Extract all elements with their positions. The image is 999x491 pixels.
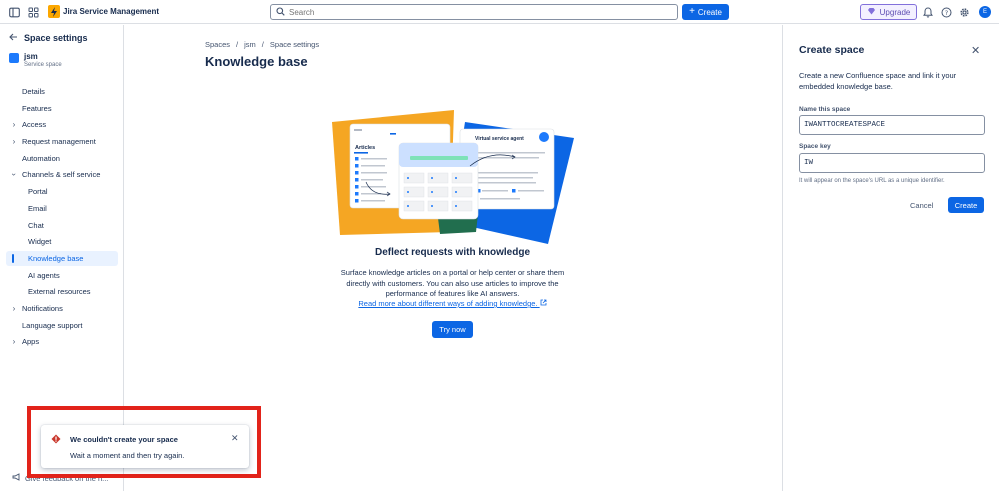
sidebar-item-label: Features: [22, 104, 52, 113]
illustration-agent-label: Virtual service agent: [475, 136, 524, 142]
cancel-button[interactable]: Cancel: [910, 197, 933, 213]
chevron-right-icon: ›: [12, 120, 16, 129]
sidebar-item-chat[interactable]: Chat: [6, 218, 118, 233]
search-icon: [276, 6, 285, 18]
sidebar-title: Space settings: [24, 33, 88, 43]
space-name-label: Name this space: [799, 106, 851, 113]
flag-description: Wait a moment and then try again.: [70, 451, 185, 460]
sidebar-item-label: Email: [28, 204, 47, 213]
chevron-right-icon: ›: [12, 304, 16, 313]
jira-logo-icon[interactable]: [48, 5, 60, 18]
space-type: Service space: [24, 62, 62, 68]
error-flag: We couldn't create your space Wait a mom…: [41, 425, 249, 468]
external-link-icon: [540, 299, 547, 308]
page-title: Knowledge base: [205, 54, 308, 69]
bell-icon[interactable]: [921, 5, 935, 19]
sidebar-item-label: AI agents: [28, 271, 60, 280]
sidebar-item-label: Knowledge base: [28, 254, 84, 263]
chevron-right-icon: ›: [12, 337, 16, 346]
gear-icon[interactable]: [957, 5, 971, 19]
megaphone-icon: [12, 473, 21, 483]
read-more-link[interactable]: Read more about different ways of adding…: [330, 299, 575, 308]
space-icon: [9, 53, 19, 63]
create-space-panel: Create space ✕ Create a new Confluence s…: [782, 25, 999, 491]
sidebar-item-automation[interactable]: Automation: [6, 151, 118, 166]
sidebar-item-widget[interactable]: Widget: [6, 234, 118, 249]
search-box[interactable]: [270, 4, 678, 20]
try-now-button[interactable]: Try now: [432, 321, 473, 338]
sidebar-item-label: Notifications: [22, 304, 63, 313]
breadcrumb-spaces[interactable]: Spaces: [205, 40, 230, 49]
sidebar-item-ai-agents[interactable]: AI agents: [6, 268, 118, 283]
create-button[interactable]: + Create: [682, 4, 729, 20]
sidebar-item-channels[interactable]: › Channels & self service: [6, 167, 118, 182]
space-key-helper: It will appear on the space's URL as a u…: [799, 178, 945, 184]
back-arrow-icon[interactable]: [9, 33, 18, 43]
breadcrumb: Spaces / jsm / Space settings: [205, 40, 319, 49]
sidebar-item-label: Request management: [22, 137, 96, 146]
close-icon[interactable]: ✕: [231, 433, 239, 444]
sidebar-item-label: Language support: [22, 321, 83, 330]
close-icon[interactable]: ✕: [971, 44, 980, 57]
sidebar-header: Space settings: [9, 33, 88, 43]
space-name: jsm: [24, 52, 38, 61]
empty-state-description: Surface knowledge articles on a portal o…: [340, 268, 565, 298]
create-space-button[interactable]: Create: [948, 197, 984, 213]
space-info: jsm Service space: [9, 52, 62, 68]
sidebar-item-knowledge-base[interactable]: Knowledge base: [6, 251, 118, 266]
sidebar-item-label: Details: [22, 87, 45, 96]
sidebar-item-notifications[interactable]: › Notifications: [6, 301, 118, 316]
space-name-field[interactable]: [799, 115, 985, 135]
space-name-input[interactable]: [804, 121, 980, 129]
panel-description: Create a new Confluence space and link i…: [799, 71, 957, 91]
breadcrumb-separator: /: [261, 40, 264, 49]
space-key-field[interactable]: [799, 153, 985, 173]
breadcrumb-space[interactable]: jsm: [244, 40, 256, 49]
sidebar-item-apps[interactable]: › Apps: [6, 334, 118, 349]
sidebar-item-email[interactable]: Email: [6, 201, 118, 216]
sidebar-item-access[interactable]: › Access: [6, 117, 118, 132]
error-icon: [51, 434, 61, 446]
sidebar-item-label: Channels & self service: [22, 170, 101, 179]
breadcrumb-space-settings[interactable]: Space settings: [270, 40, 319, 49]
sidebar-item-label: Chat: [28, 221, 44, 230]
breadcrumb-separator: /: [236, 40, 239, 49]
sidebar-item-details[interactable]: Details: [6, 84, 118, 99]
space-key-input[interactable]: [804, 159, 980, 167]
sidebar-item-external-resources[interactable]: External resources: [6, 284, 118, 299]
sidebar-item-features[interactable]: Features: [6, 101, 118, 116]
create-button-label: Create: [697, 7, 722, 17]
avatar[interactable]: E: [979, 6, 991, 18]
empty-state-title: Deflect requests with knowledge: [374, 247, 531, 258]
chevron-down-icon: ›: [9, 173, 19, 176]
sidebar-item-label: Widget: [28, 237, 52, 246]
top-navigation-bar: Jira Service Management + Create Upgrade…: [0, 0, 999, 24]
gem-icon: [867, 7, 876, 17]
upgrade-button[interactable]: Upgrade: [860, 4, 917, 20]
space-key-label: Space key: [799, 143, 831, 150]
sidebar-toggle-icon[interactable]: [7, 5, 21, 19]
sidebar-item-label: Portal: [28, 187, 48, 196]
sidebar-item-portal[interactable]: Portal: [6, 184, 118, 199]
plus-icon: +: [689, 6, 695, 17]
sidebar-item-request-management[interactable]: › Request management: [6, 134, 118, 149]
panel-title: Create space: [799, 44, 865, 56]
search-input[interactable]: [289, 7, 669, 17]
sidebar-item-language-support[interactable]: Language support: [6, 318, 118, 333]
knowledge-illustration: Articles Virtual service agent: [330, 110, 575, 245]
sidebar-item-label: Apps: [22, 337, 40, 346]
illustration-articles-label: Articles: [355, 145, 375, 151]
help-icon[interactable]: ?: [939, 5, 953, 19]
app-switcher-icon[interactable]: [26, 5, 40, 19]
upgrade-button-label: Upgrade: [879, 7, 911, 17]
svg-text:?: ?: [944, 8, 947, 16]
chevron-right-icon: ›: [12, 137, 16, 146]
sidebar-item-label: Automation: [22, 154, 60, 163]
sidebar-item-label: External resources: [28, 287, 91, 296]
app-title[interactable]: Jira Service Management: [63, 7, 159, 16]
read-more-label: Read more about different ways of adding…: [358, 299, 538, 308]
sidebar-item-label: Access: [22, 120, 47, 129]
flag-title: We couldn't create your space: [70, 435, 178, 444]
